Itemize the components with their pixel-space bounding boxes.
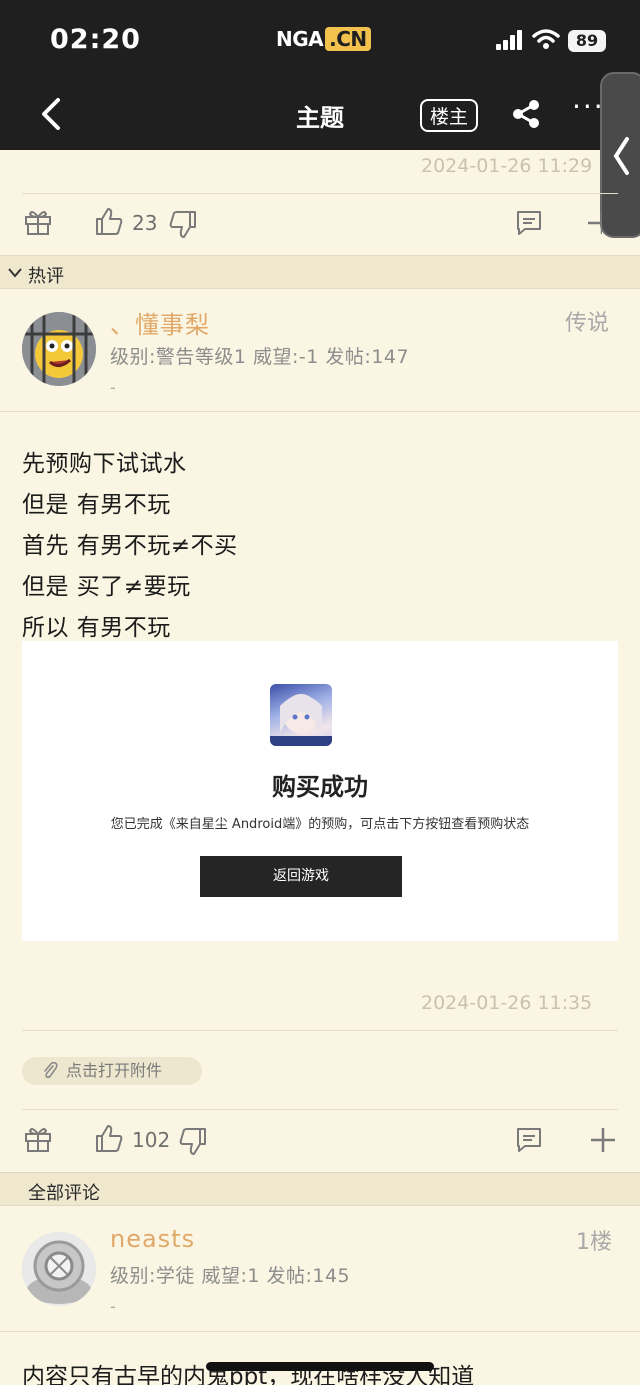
like-count: 102 bbox=[132, 1128, 171, 1152]
home-indicator[interactable] bbox=[206, 1362, 434, 1371]
chevron-down-icon bbox=[8, 268, 22, 278]
app-logo-suffix: .CN bbox=[325, 27, 371, 51]
divider bbox=[0, 1331, 640, 1332]
user-signature: - bbox=[110, 1297, 116, 1316]
purchase-description: 您已完成《来自星尘 Android端》的预购，可点击下方按钮查看预购状态 bbox=[110, 817, 530, 832]
status-bar: 02:20 NGA .CN 89 bbox=[0, 0, 640, 80]
comment-icon[interactable] bbox=[515, 1126, 543, 1154]
avatar[interactable] bbox=[22, 1232, 96, 1306]
user-info: 级别:学徒 威望:1 发帖:145 bbox=[110, 1265, 351, 1287]
chevron-left-icon bbox=[613, 137, 629, 175]
divider bbox=[0, 411, 640, 412]
battery-indicator: 89 bbox=[568, 30, 606, 52]
floor-number: 1楼 bbox=[576, 1230, 612, 1255]
user-rank: 传说 bbox=[565, 311, 610, 336]
gift-icon[interactable] bbox=[24, 208, 52, 236]
avatar-image bbox=[22, 312, 96, 386]
post-text-line: 但是 买了≠要玩 bbox=[22, 574, 191, 600]
avatar[interactable] bbox=[22, 312, 96, 386]
open-attachment-button[interactable]: 点击打开附件 bbox=[22, 1057, 202, 1085]
username[interactable]: neasts bbox=[110, 1225, 195, 1253]
signal-icon bbox=[496, 30, 522, 50]
status-time: 02:20 bbox=[50, 24, 141, 55]
divider bbox=[22, 1109, 618, 1110]
divider bbox=[22, 1030, 618, 1031]
purchase-success-title: 购买成功 bbox=[272, 773, 368, 801]
post-image[interactable]: 购买成功 您已完成《来自星尘 Android端》的预购，可点击下方按钮查看预购状… bbox=[22, 641, 618, 941]
nav-bar: 主题 楼主 ··· bbox=[0, 80, 640, 150]
post-text-line: 但是 有男不玩 bbox=[22, 492, 171, 518]
game-app-icon bbox=[270, 684, 332, 746]
post-date: 2024-01-26 11:35 bbox=[421, 992, 593, 1014]
all-comments-header: 全部评论 bbox=[0, 1172, 640, 1206]
comment-icon[interactable] bbox=[515, 209, 543, 237]
like-icon[interactable] bbox=[94, 1124, 124, 1154]
post-text-line: 所以 有男不玩 bbox=[22, 615, 171, 641]
page-title: 主题 bbox=[296, 104, 344, 132]
side-panel-tab[interactable] bbox=[600, 72, 640, 238]
plus-icon[interactable] bbox=[589, 1126, 617, 1154]
post-date: 2024-01-26 11:29 bbox=[421, 155, 593, 177]
like-count: 23 bbox=[132, 211, 158, 235]
dislike-icon[interactable] bbox=[168, 209, 198, 239]
hot-comments-header[interactable]: 热评 bbox=[0, 255, 640, 289]
app-logo: NGA .CN bbox=[276, 27, 371, 51]
share-icon[interactable] bbox=[510, 98, 542, 130]
dislike-icon[interactable] bbox=[178, 1126, 208, 1156]
post-text-line: 先预购下试试水 bbox=[22, 451, 187, 477]
section-label: 全部评论 bbox=[28, 1183, 100, 1204]
divider bbox=[22, 193, 618, 194]
section-label: 热评 bbox=[28, 266, 64, 287]
username[interactable]: 、懂事梨 bbox=[110, 305, 210, 340]
paperclip-icon bbox=[44, 1062, 58, 1079]
return-game-button: 返回游戏 bbox=[200, 856, 402, 897]
wifi-icon bbox=[532, 29, 560, 49]
gift-icon[interactable] bbox=[24, 1125, 52, 1153]
owner-only-button[interactable]: 楼主 bbox=[420, 99, 479, 132]
like-icon[interactable] bbox=[94, 207, 124, 237]
attachment-label: 点击打开附件 bbox=[66, 1061, 163, 1080]
user-info: 级别:警告等级1 威望:-1 发帖:147 bbox=[110, 346, 410, 368]
plus-icon[interactable] bbox=[588, 209, 602, 237]
post-text-line: 首先 有男不玩≠不买 bbox=[22, 533, 238, 559]
avatar-image bbox=[22, 1232, 96, 1306]
user-signature: - bbox=[110, 378, 116, 397]
app-logo-text: NGA bbox=[276, 27, 324, 51]
